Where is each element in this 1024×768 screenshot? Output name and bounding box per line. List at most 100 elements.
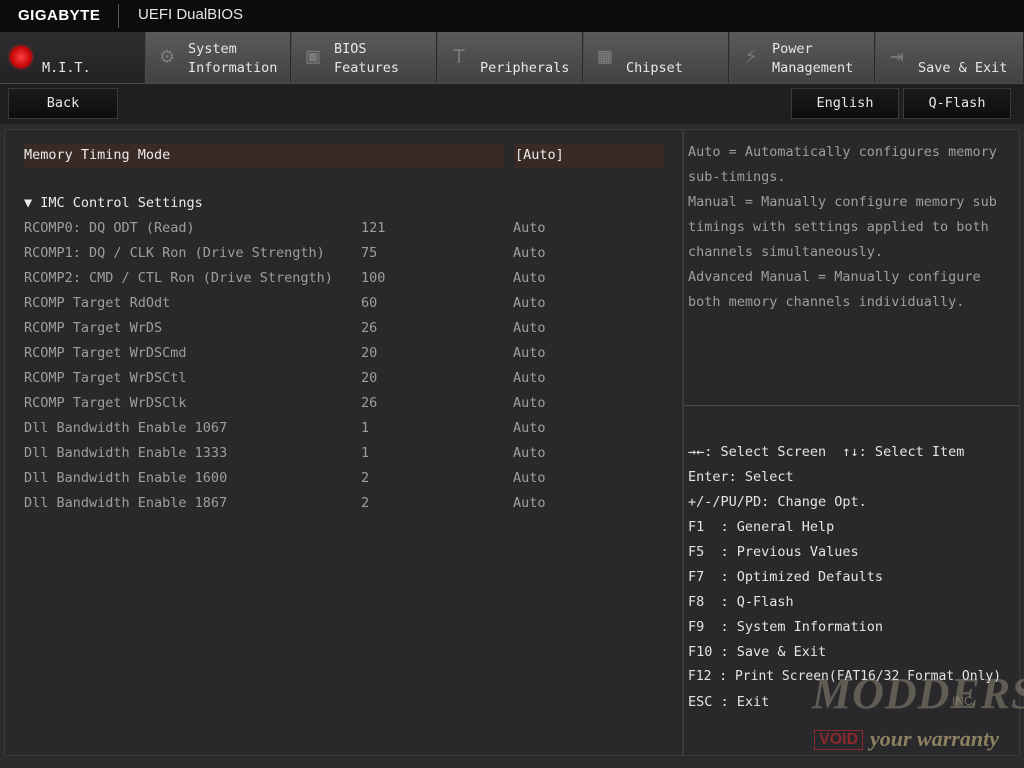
help-text: Auto = Automatically configures memory (688, 144, 997, 160)
memory-timing-mode-row[interactable]: Memory Timing Mode (24, 144, 504, 168)
setting-current: 1 (361, 445, 370, 461)
setting-value: Auto (513, 470, 546, 486)
key-hint: F5 : Previous Values (688, 544, 859, 560)
tab-label: System Information (188, 41, 278, 76)
setting-value: Auto (513, 270, 546, 286)
exit-icon: ⇥ (890, 44, 904, 69)
setting-label: RCOMP Target WrDSCtl (24, 370, 187, 386)
setting-value: Auto (513, 445, 546, 461)
help-text: Manual = Manually configure memory sub (688, 194, 997, 210)
setting-value: Auto (513, 320, 546, 336)
tab-label: M.I.T. (42, 60, 91, 76)
tab-label: Chipset (626, 60, 683, 76)
setting-current: 121 (361, 220, 386, 236)
setting-current: 75 (361, 245, 378, 261)
setting-label: Dll Bandwidth Enable 1600 (24, 470, 228, 486)
bios-icon: ▣ (306, 44, 320, 69)
divider (684, 405, 1019, 406)
tab-label: Save & Exit (918, 60, 1008, 76)
setting-label: RCOMP0: DQ ODT (Read) (24, 220, 195, 236)
qflash-button[interactable]: Q-Flash (903, 88, 1011, 119)
setting-label: RCOMP1: DQ / CLK Ron (Drive Strength) (24, 245, 325, 261)
tab-label: Power Management (772, 41, 854, 76)
tab-label: Peripherals (480, 60, 570, 76)
help-text: both memory channels individually. (688, 294, 965, 310)
setting-value: Auto (513, 295, 546, 311)
key-hint: +/-/PU/PD: Change Opt. (688, 494, 867, 510)
setting-current: 26 (361, 320, 378, 336)
key-hint: F7 : Optimized Defaults (688, 569, 884, 585)
setting-label: RCOMP Target RdOdt (24, 295, 171, 311)
help-panel: Auto = Automatically configures memory s… (683, 129, 1020, 756)
setting-current: 60 (361, 295, 378, 311)
setting-value: Auto (513, 370, 546, 386)
setting-row[interactable]: Dll Bandwidth Enable 1067 1 Auto (24, 420, 664, 445)
setting-row[interactable]: RCOMP Target WrDSClk 26 Auto (24, 395, 664, 420)
tab-mit[interactable]: M.I.T. (0, 32, 145, 83)
tab-chipset[interactable]: ▦ Chipset (584, 32, 729, 83)
setting-label: RCOMP2: CMD / CTL Ron (Drive Strength) (24, 270, 333, 286)
setting-value: Auto (513, 245, 546, 261)
setting-value: Auto (513, 345, 546, 361)
key-hint: F1 : General Help (688, 519, 835, 535)
key-hint: →←: Select Screen ↑↓: Select Item (688, 444, 965, 460)
setting-row[interactable]: Dll Bandwidth Enable 1333 1 Auto (24, 445, 664, 470)
help-text: Advanced Manual = Manually configure (688, 269, 981, 285)
tab-power-management[interactable]: ⚡ Power Management (730, 32, 875, 83)
mit-icon (10, 46, 32, 68)
setting-value: Auto (513, 495, 546, 511)
tab-label: BIOS Features (334, 41, 400, 76)
setting-current: 20 (361, 370, 378, 386)
key-hint: Enter: Select (688, 469, 794, 485)
chip-icon: ▦ (598, 44, 612, 69)
setting-value: [Auto] (515, 147, 564, 163)
setting-label: Dll Bandwidth Enable 1867 (24, 495, 228, 511)
main-tabs: M.I.T. ⚙ System Information ▣ BIOS Featu… (0, 32, 1024, 84)
setting-current: 20 (361, 345, 378, 361)
setting-row[interactable]: RCOMP Target RdOdt 60 Auto (24, 295, 664, 320)
help-text: channels simultaneously. (688, 244, 884, 260)
key-hint: F10 : Save & Exit (688, 644, 827, 660)
setting-label: Dll Bandwidth Enable 1067 (24, 420, 228, 436)
tab-bios-features[interactable]: ▣ BIOS Features (292, 32, 437, 83)
top-bar: GIGABYTE UEFI DualBIOS (0, 0, 1024, 32)
key-hint: F12 : Print Screen(FAT16/32 Format Only) (688, 669, 1002, 684)
tab-system-information[interactable]: ⚙ System Information (146, 32, 291, 83)
setting-row[interactable]: RCOMP2: CMD / CTL Ron (Drive Strength) 1… (24, 270, 664, 295)
setting-row[interactable]: Dll Bandwidth Enable 1867 2 Auto (24, 495, 664, 520)
help-text: timings with settings applied to both (688, 219, 989, 235)
imc-control-settings-header[interactable]: ▼ IMC Control Settings (24, 195, 203, 211)
setting-label: RCOMP Target WrDS (24, 320, 163, 336)
key-hint: F8 : Q-Flash (688, 594, 794, 610)
setting-value: Auto (513, 420, 546, 436)
tab-save-exit[interactable]: ⇥ Save & Exit (876, 32, 1024, 83)
back-button[interactable]: Back (8, 88, 118, 119)
divider (118, 4, 119, 28)
brand-logo: GIGABYTE (18, 7, 101, 24)
help-text: sub-timings. (688, 169, 786, 185)
setting-current: 100 (361, 270, 386, 286)
gear-icon: ⚙ (160, 44, 174, 69)
setting-current: 2 (361, 495, 370, 511)
settings-panel: Memory Timing Mode [Auto] ▼ IMC Control … (4, 129, 683, 756)
memory-timing-mode-value[interactable]: [Auto] (514, 144, 664, 168)
power-icon: ⚡ (744, 44, 758, 69)
setting-row[interactable]: RCOMP Target WrDSCmd 20 Auto (24, 345, 664, 370)
key-hint: F9 : System Information (688, 619, 884, 635)
sub-bar: Back English Q-Flash (0, 84, 1024, 124)
setting-value: Auto (513, 395, 546, 411)
setting-value: Auto (513, 220, 546, 236)
language-button[interactable]: English (791, 88, 899, 119)
key-hint: ESC : Exit (688, 694, 770, 710)
setting-current: 26 (361, 395, 378, 411)
setting-row[interactable]: RCOMP Target WrDS 26 Auto (24, 320, 664, 345)
setting-row[interactable]: Dll Bandwidth Enable 1600 2 Auto (24, 470, 664, 495)
setting-label: Dll Bandwidth Enable 1333 (24, 445, 228, 461)
bios-title: UEFI DualBIOS (138, 6, 244, 23)
plug-icon: ⊤ (452, 44, 466, 69)
tab-peripherals[interactable]: ⊤ Peripherals (438, 32, 583, 83)
setting-label: Memory Timing Mode (24, 147, 171, 163)
setting-row[interactable]: RCOMP0: DQ ODT (Read) 121 Auto (24, 220, 664, 245)
setting-row[interactable]: RCOMP Target WrDSCtl 20 Auto (24, 370, 664, 395)
setting-row[interactable]: RCOMP1: DQ / CLK Ron (Drive Strength) 75… (24, 245, 664, 270)
